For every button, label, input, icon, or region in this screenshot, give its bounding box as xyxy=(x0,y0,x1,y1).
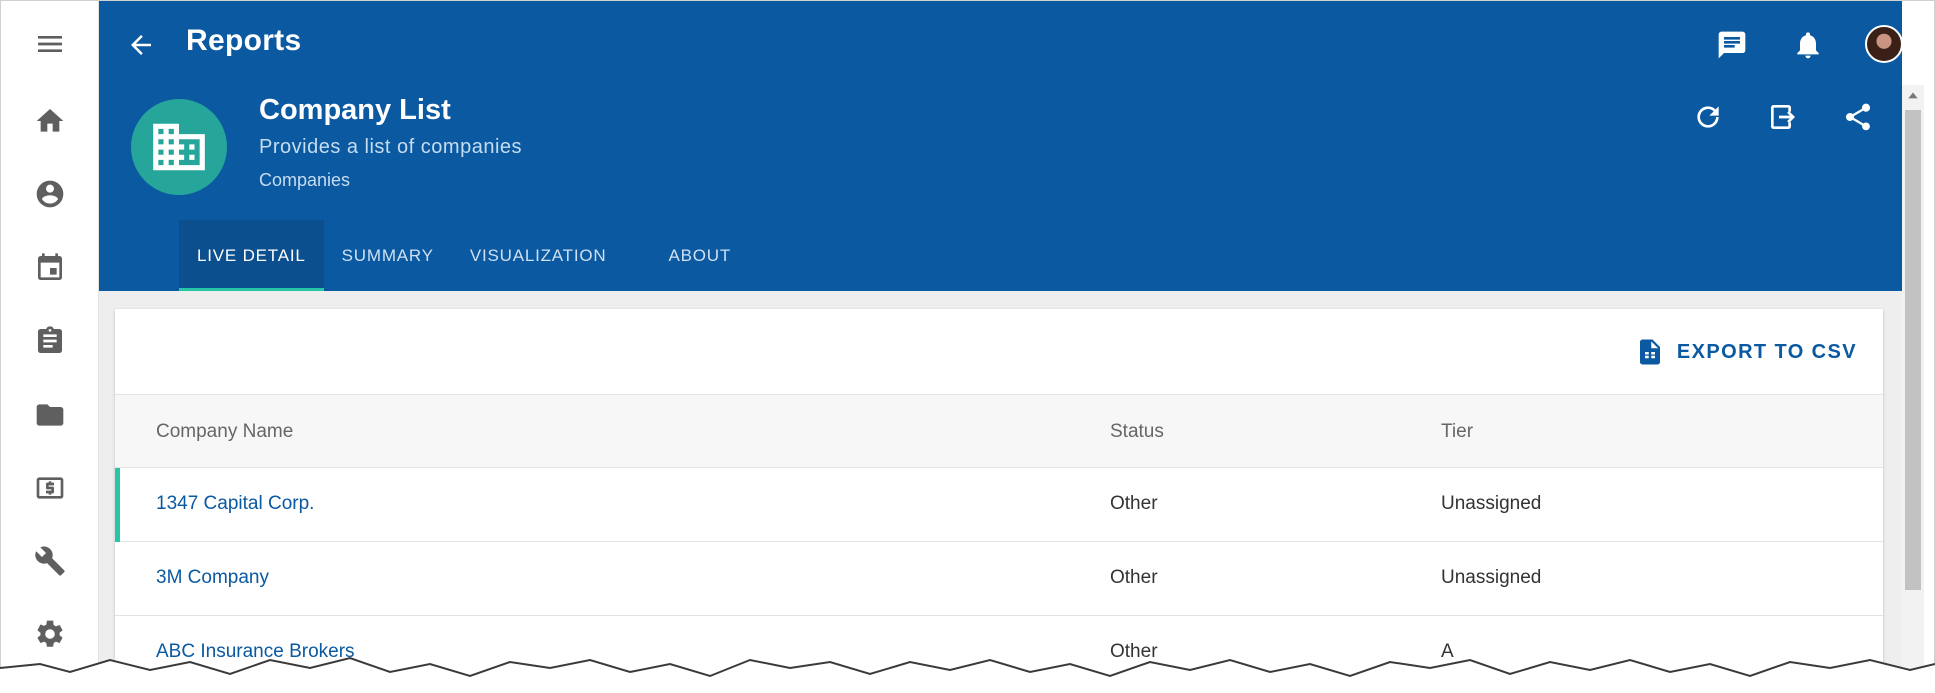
clipboard-icon[interactable] xyxy=(28,319,72,363)
export-csv-button[interactable]: EXPORT TO CSV xyxy=(1635,331,1857,373)
tier-cell: Unassigned xyxy=(1441,493,1542,514)
tab-about[interactable]: ABOUT xyxy=(651,220,750,291)
report-category: Companies xyxy=(259,170,351,190)
report-title: Company List xyxy=(259,94,451,126)
refresh-icon[interactable] xyxy=(1686,95,1730,139)
side-nav-rail xyxy=(1,1,99,693)
status-cell: Other xyxy=(1110,493,1158,514)
folder-icon[interactable] xyxy=(28,393,72,437)
column-header-tier[interactable]: Tier xyxy=(1441,421,1473,443)
spreadsheet-file-icon xyxy=(1639,339,1660,365)
tab-visualization[interactable]: VISUALIZATION xyxy=(452,220,625,291)
back-arrow-icon[interactable] xyxy=(121,25,161,65)
scrollbar-thumb[interactable] xyxy=(1905,110,1921,590)
menu-icon[interactable] xyxy=(28,22,72,66)
company-name-link[interactable]: 3M Company xyxy=(156,567,269,589)
table-row[interactable]: 3M Company Other Unassigned xyxy=(115,542,1883,616)
chat-icon[interactable] xyxy=(1710,23,1754,67)
status-cell: Other xyxy=(1110,641,1158,662)
money-icon[interactable] xyxy=(28,466,72,510)
column-header-company-name[interactable]: Company Name xyxy=(156,421,293,443)
scroll-up-arrow-icon[interactable] xyxy=(1902,85,1924,107)
table-header: Company Name Status Tier xyxy=(115,394,1883,468)
export-csv-label: EXPORT TO CSV xyxy=(1676,340,1857,363)
report-subtitle: Provides a list of companies xyxy=(259,136,523,158)
home-icon[interactable] xyxy=(28,99,72,143)
wrench-icon[interactable] xyxy=(28,539,72,583)
export-exit-icon[interactable] xyxy=(1761,95,1805,139)
company-name-link[interactable]: ABC Insurance Brokers xyxy=(156,641,355,663)
status-cell: Other xyxy=(1110,567,1158,588)
user-avatar[interactable] xyxy=(1865,25,1903,63)
calendar-icon[interactable] xyxy=(28,246,72,290)
table-row[interactable]: ABC Insurance Brokers Other A xyxy=(115,616,1883,690)
gear-icon[interactable] xyxy=(28,612,72,656)
share-icon[interactable] xyxy=(1836,95,1880,139)
table-row[interactable]: 1347 Capital Corp. Other Unassigned xyxy=(115,468,1883,542)
account-icon[interactable] xyxy=(28,172,72,216)
bell-icon[interactable] xyxy=(1786,23,1830,67)
tier-cell: A xyxy=(1441,641,1454,662)
report-building-icon xyxy=(131,99,227,195)
page-title: Reports xyxy=(186,24,302,57)
tab-summary[interactable]: SUMMARY xyxy=(324,220,452,291)
column-header-status[interactable]: Status xyxy=(1110,421,1164,443)
report-tabs: LIVE DETAIL SUMMARY VISUALIZATION ABOUT xyxy=(179,220,749,291)
tab-live-detail[interactable]: LIVE DETAIL xyxy=(179,220,324,291)
company-name-link[interactable]: 1347 Capital Corp. xyxy=(156,493,314,515)
tier-cell: Unassigned xyxy=(1441,567,1542,588)
report-header: Reports Company List Provides a list of … xyxy=(99,1,1903,291)
report-table-card: EXPORT TO CSV Company Name Status Tier 1… xyxy=(115,309,1883,693)
